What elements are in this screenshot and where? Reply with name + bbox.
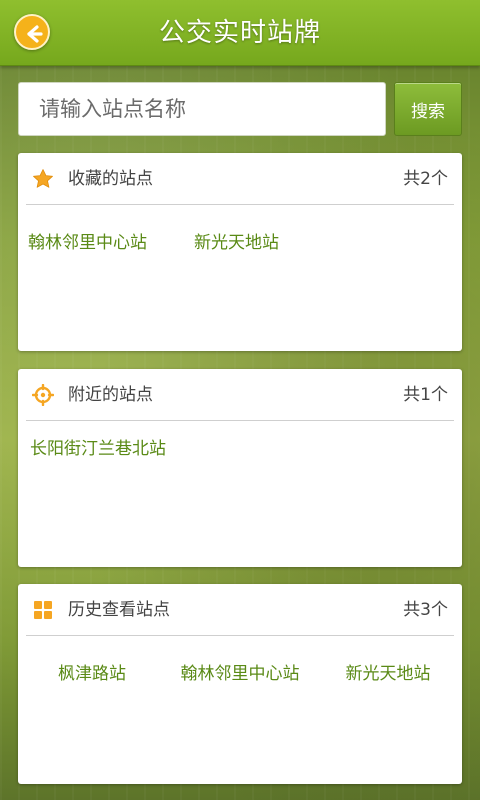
divider (26, 420, 454, 421)
station-item[interactable]: 翰林邻里中心站 (166, 663, 314, 685)
nearby-count: 共1个 (403, 385, 448, 405)
station-item[interactable]: 枫津路站 (18, 663, 166, 685)
nearby-title: 附近的站点 (68, 385, 153, 405)
favorites-card: 收藏的站点 共2个 翰林邻里中心站 新光天地站 (18, 153, 462, 351)
history-header: 历史查看站点 共3个 (18, 584, 462, 636)
favorites-header: 收藏的站点 共2个 (18, 153, 462, 205)
station-item[interactable]: 长阳街汀兰巷北站 (28, 438, 168, 460)
nearby-card: 附近的站点 共1个 长阳街汀兰巷北站 (18, 369, 462, 567)
locate-icon (32, 384, 54, 406)
history-count: 共3个 (403, 600, 448, 620)
nearby-header: 附近的站点 共1个 (18, 369, 462, 421)
station-item[interactable]: 新光天地站 (314, 663, 462, 685)
history-title: 历史查看站点 (68, 600, 170, 620)
history-card: 历史查看站点 共3个 枫津路站 翰林邻里中心站 新光天地站 (18, 584, 462, 784)
search-input[interactable] (18, 82, 386, 136)
search-button[interactable]: 搜索 (394, 82, 462, 136)
station-item[interactable]: 翰林邻里中心站 (28, 232, 147, 254)
divider (26, 635, 454, 636)
page-title: 公交实时站牌 (158, 18, 321, 48)
favorites-title: 收藏的站点 (68, 169, 153, 189)
divider (26, 204, 454, 205)
star-icon (33, 169, 53, 188)
favorites-count: 共2个 (403, 169, 448, 189)
station-item[interactable]: 新光天地站 (194, 232, 279, 254)
title-bar: 公交实时站牌 (0, 0, 480, 66)
grid-icon (34, 601, 52, 619)
